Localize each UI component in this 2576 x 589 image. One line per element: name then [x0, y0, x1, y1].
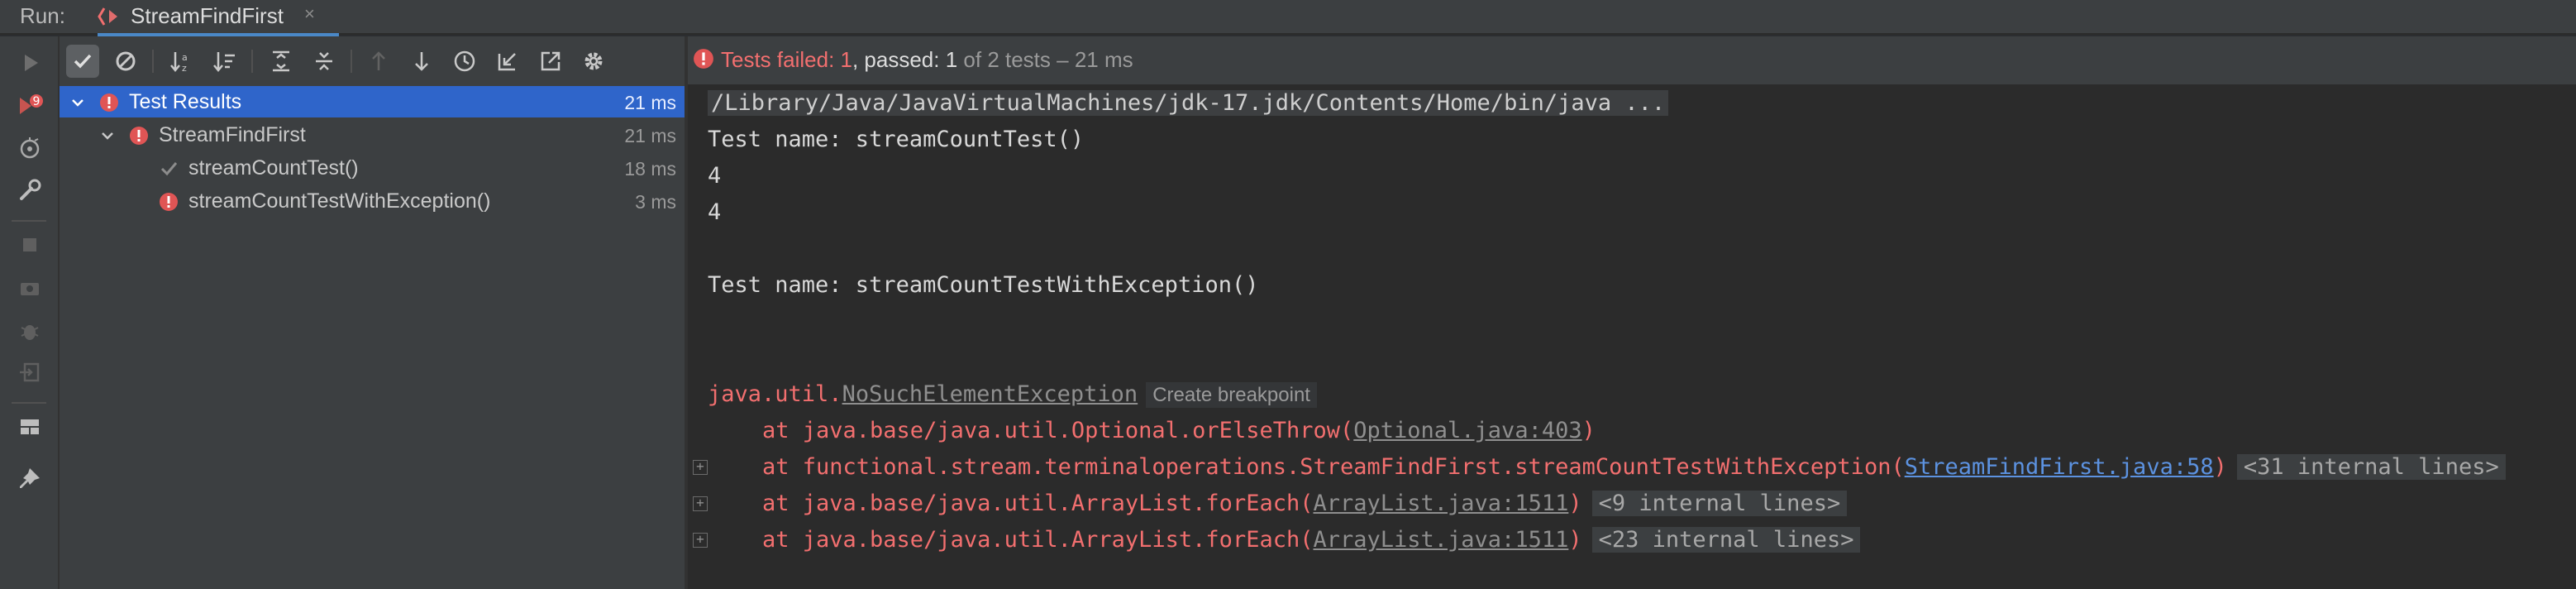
divider [12, 402, 46, 404]
import-tests-icon[interactable] [491, 45, 524, 78]
sort-by-duration-icon[interactable] [208, 45, 241, 78]
tree-item-streamfindfirst[interactable]: StreamFindFirst 21 ms [60, 119, 685, 151]
settings-icon[interactable] [577, 45, 610, 78]
run-config-icon [98, 5, 122, 32]
rerun-failed-icon[interactable]: 9 [17, 93, 43, 119]
test-failed-icon [99, 93, 119, 118]
internal-lines-fold[interactable]: <9 internal lines> [1591, 491, 1848, 516]
trace-text: at java.base/java.util.ArrayList.forEach… [762, 527, 1314, 553]
next-failed-icon[interactable] [405, 45, 438, 78]
svg-text:a: a [182, 52, 188, 63]
run-tab-title: StreamFindFirst [131, 3, 284, 28]
trace-suffix: ) [2213, 454, 2227, 480]
toggle-auto-test-icon[interactable] [17, 136, 43, 162]
export-tests-icon[interactable] [534, 45, 567, 78]
failed-label: Tests failed: [721, 47, 841, 72]
screenshot-icon[interactable] [17, 275, 43, 301]
svg-text:9: 9 [33, 95, 41, 108]
stack-trace-line: at functional.stream.terminaloperations.… [762, 451, 2506, 484]
expand-frames-icon[interactable]: + [693, 496, 708, 511]
test-failed-icon [129, 126, 149, 151]
show-ignored-icon[interactable] [109, 45, 142, 78]
create-breakpoint-link[interactable]: Create breakpoint [1146, 382, 1317, 408]
total-text: of 2 tests – 21 ms [957, 47, 1133, 72]
test-failed-icon [159, 192, 179, 218]
exception-class-link[interactable]: NoSuchElementException [842, 381, 1138, 407]
tree-item-label: streamCountTestWithException() [188, 189, 491, 213]
trace-text: at java.base/java.util.ArrayList.forEach… [762, 491, 1314, 516]
test-duration: 21 ms [624, 92, 676, 113]
console-command-line[interactable]: /Library/Java/JavaVirtualMachines/jdk-17… [708, 87, 1669, 120]
passed-label: , passed: [852, 47, 946, 72]
run-label: Run: [20, 3, 65, 28]
test-results-tree: Test Results 21 ms StreamFindFirst 21 ms… [60, 84, 685, 589]
test-status-text: Tests failed: 1, passed: 1 of 2 tests – … [721, 47, 1133, 73]
sort-alphabetically-icon[interactable]: az [165, 45, 198, 78]
trace-suffix: ) [1581, 418, 1596, 443]
error-status-icon [693, 48, 714, 75]
internal-lines-fold[interactable]: <23 internal lines> [1591, 527, 1861, 553]
failed-count: 1 [840, 47, 852, 72]
stack-trace-line: at java.base/java.util.ArrayList.forEach… [762, 524, 1861, 557]
history-icon[interactable] [448, 45, 481, 78]
console-line: Test name: streamCountTest() [708, 127, 1085, 152]
trace-suffix: ) [1568, 491, 1582, 516]
test-toolbar: az [60, 36, 685, 84]
run-tab-streamfindfirst[interactable]: StreamFindFirst × [98, 0, 339, 38]
tree-item-label: StreamFindFirst [159, 123, 306, 146]
source-link[interactable]: ArrayList.java:1511 [1313, 491, 1568, 516]
expand-frames-icon[interactable]: + [693, 460, 708, 475]
stop-icon[interactable] [17, 232, 43, 258]
rerun-icon[interactable] [17, 50, 43, 76]
exception-prefix: java.util. [708, 381, 842, 407]
divider [251, 50, 253, 73]
source-link[interactable]: StreamFindFirst.java:58 [1905, 454, 2214, 480]
layout-icon[interactable] [17, 414, 43, 440]
console-line: 4 [708, 163, 722, 189]
console-line: 4 [708, 199, 722, 225]
test-duration: 21 ms [624, 125, 676, 146]
tree-item-streamcounttest[interactable]: streamCountTest() 18 ms [60, 152, 685, 184]
pin-icon[interactable] [17, 467, 43, 493]
exception-line: java.util.NoSuchElementException Create b… [708, 378, 1317, 411]
trace-text: at functional.stream.terminaloperations.… [762, 454, 1905, 480]
debug-icon[interactable] [17, 318, 43, 344]
console-output[interactable]: /Library/Java/JavaVirtualMachines/jdk-17… [688, 84, 2576, 589]
run-tool-window-header: Run: StreamFindFirst × [0, 0, 2576, 38]
left-tool-strip: 9 [0, 36, 60, 589]
expand-frames-icon[interactable]: + [693, 533, 708, 548]
stack-trace-line: at java.base/java.util.ArrayList.forEach… [762, 487, 1848, 520]
internal-lines-fold[interactable]: <31 internal lines> [2236, 454, 2506, 480]
test-duration: 18 ms [624, 158, 676, 180]
show-passed-icon[interactable] [66, 45, 99, 78]
source-link[interactable]: ArrayList.java:1511 [1313, 527, 1568, 553]
java-command[interactable]: /Library/Java/JavaVirtualMachines/jdk-17… [708, 90, 1669, 116]
console-line: Test name: streamCountTestWithException(… [708, 272, 1259, 298]
passed-count: 1 [945, 47, 958, 72]
trace-text: at java.base/java.util.Optional.orElseTh… [762, 418, 1354, 443]
test-passed-icon [159, 159, 179, 184]
chevron-down-icon[interactable] [99, 126, 116, 150]
settings-wrench-icon[interactable] [17, 177, 43, 204]
tree-item-streamcounttestwithexception[interactable]: streamCountTestWithException() 3 ms [60, 185, 685, 217]
exit-icon[interactable] [17, 359, 43, 385]
previous-failed-icon[interactable] [362, 45, 395, 78]
collapse-all-icon[interactable] [308, 45, 341, 78]
test-duration: 3 ms [635, 191, 676, 213]
divider [351, 50, 352, 73]
divider [12, 220, 46, 222]
close-icon[interactable]: × [304, 3, 315, 25]
divider [152, 50, 154, 73]
test-status-bar: Tests failed: 1, passed: 1 of 2 tests – … [688, 36, 2576, 84]
source-link[interactable]: Optional.java:403 [1353, 418, 1581, 443]
svg-text:z: z [182, 63, 187, 74]
chevron-down-icon[interactable] [69, 93, 86, 117]
expand-all-icon[interactable] [265, 45, 298, 78]
trace-suffix: ) [1568, 527, 1582, 553]
tree-item-label: Test Results [129, 90, 242, 113]
stack-trace-line: at java.base/java.util.Optional.orElseTh… [762, 414, 1596, 448]
tree-item-label: streamCountTest() [188, 156, 359, 180]
tree-item-test-results[interactable]: Test Results 21 ms [60, 86, 685, 117]
